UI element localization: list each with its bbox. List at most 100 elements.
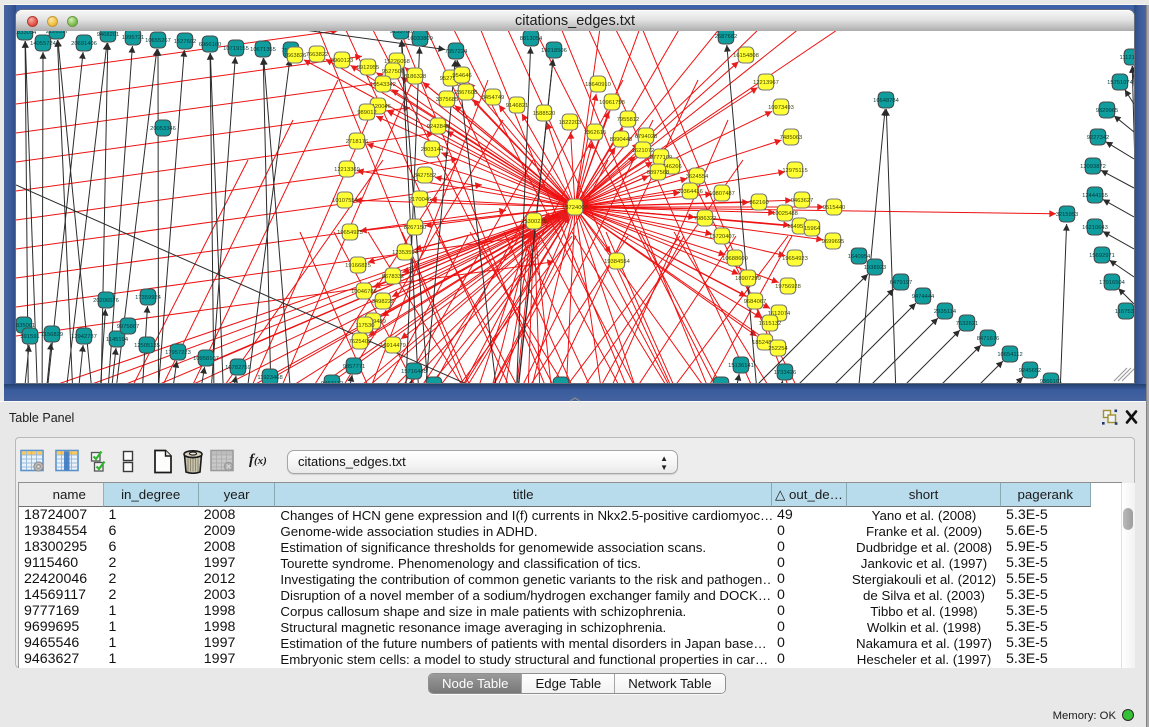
svg-text:20364436: 20364436: [677, 189, 703, 195]
svg-text:9227342: 9227342: [1087, 135, 1110, 141]
svg-text:19654925: 19654925: [337, 230, 363, 236]
svg-text:16648784: 16648784: [873, 98, 900, 104]
svg-text:8990448: 8990448: [610, 137, 633, 143]
svg-text:19756928: 19756928: [775, 284, 801, 290]
svg-text:1822203: 1822203: [559, 120, 582, 126]
svg-text:6794028: 6794028: [635, 134, 658, 140]
svg-text:1621072: 1621072: [632, 148, 655, 154]
svg-text:14055724: 14055724: [30, 41, 57, 47]
svg-text:17359924: 17359924: [135, 295, 162, 301]
svg-text:1145194: 1145194: [106, 337, 129, 343]
svg-text:10973493: 10973493: [768, 105, 794, 111]
svg-text:1362615: 1362615: [584, 130, 607, 136]
svg-text:15136141: 15136141: [728, 363, 754, 369]
svg-text:9329965: 9329965: [1096, 108, 1119, 114]
svg-text:7357224: 7357224: [445, 49, 468, 55]
svg-text:7986322: 7986322: [694, 216, 717, 222]
svg-text:9245652: 9245652: [1019, 368, 1042, 374]
svg-text:10807487: 10807487: [709, 191, 735, 197]
svg-text:7663826: 7663826: [284, 53, 307, 59]
svg-text:2367608: 2367608: [455, 90, 478, 96]
svg-text:9242848: 9242848: [427, 124, 450, 130]
svg-text:1615132: 1615132: [759, 321, 782, 327]
svg-text:8912955: 8912955: [357, 65, 380, 71]
svg-text:20691406: 20691406: [71, 41, 97, 47]
svg-text:10543342: 10543342: [370, 82, 396, 88]
svg-text:20053346: 20053346: [150, 126, 176, 132]
svg-text:11923468: 11923468: [257, 375, 282, 381]
svg-text:10719155: 10719155: [223, 46, 249, 52]
svg-text:8186328: 8186328: [404, 74, 427, 80]
svg-text:7663822: 7663822: [306, 52, 329, 58]
svg-text:16210643: 16210643: [1082, 225, 1108, 231]
svg-text:17016504: 17016504: [1099, 280, 1126, 286]
svg-text:9515440: 9515440: [823, 205, 846, 211]
svg-text:7632621: 7632621: [956, 321, 979, 327]
svg-text:19654923: 19654923: [782, 256, 808, 262]
svg-text:3375685: 3375685: [436, 97, 459, 103]
svg-text:12093872: 12093872: [1080, 164, 1106, 170]
svg-text:12353594: 12353594: [392, 250, 419, 256]
svg-text:10671355: 10671355: [250, 47, 276, 53]
svg-text:7955812: 7955812: [617, 117, 640, 123]
svg-text:10958107: 10958107: [193, 356, 219, 362]
svg-text:18724007: 18724007: [562, 205, 588, 211]
svg-text:8960123: 8960123: [331, 58, 354, 64]
svg-text:3215953: 3215953: [1056, 212, 1079, 218]
svg-text:10655267: 10655267: [145, 38, 171, 44]
svg-text:1640954: 1640954: [848, 254, 871, 260]
svg-text:6966160: 6966160: [199, 42, 222, 48]
svg-text:10046786: 10046786: [351, 289, 377, 295]
svg-text:8813054: 8813054: [520, 36, 543, 42]
svg-text:9699695: 9699695: [822, 239, 845, 245]
svg-text:1938923: 1938923: [864, 265, 887, 271]
svg-text:6479197: 6479197: [890, 280, 913, 286]
svg-text:9468201: 9468201: [97, 32, 120, 38]
svg-text:2718176: 2718176: [346, 139, 369, 145]
svg-text:15751074: 15751074: [1107, 80, 1134, 86]
svg-text:3498222: 3498222: [372, 299, 395, 305]
svg-text:10688609: 10688609: [722, 256, 748, 262]
svg-text:2803144: 2803144: [421, 147, 444, 153]
svg-text:9463627: 9463627: [791, 198, 814, 204]
svg-text:9975867: 9975867: [117, 324, 140, 330]
svg-text:391591: 391591: [20, 334, 39, 340]
svg-text:7625402: 7625402: [349, 339, 372, 345]
svg-text:1733426: 1733426: [774, 370, 797, 376]
svg-text:8471676: 8471676: [977, 336, 1000, 342]
svg-text:252254: 252254: [768, 346, 788, 352]
svg-text:9463112: 9463112: [321, 381, 343, 383]
svg-text:10107554: 10107554: [332, 198, 359, 204]
svg-text:19384554: 19384554: [604, 259, 631, 265]
svg-text:1156829: 1156829: [41, 332, 63, 338]
svg-text:117530: 117530: [356, 323, 375, 329]
svg-text:8267150: 8267150: [404, 225, 427, 231]
svg-text:7485063: 7485063: [780, 135, 803, 141]
svg-text:12975115: 12975115: [782, 168, 807, 174]
svg-text:10025488: 10025488: [772, 211, 798, 217]
svg-text:862160: 862160: [749, 200, 768, 206]
svg-text:18907299: 18907299: [735, 276, 761, 282]
svg-text:10961758: 10961758: [599, 100, 625, 106]
svg-text:989012: 989012: [357, 110, 376, 116]
svg-text:10654112: 10654112: [997, 352, 1022, 358]
svg-text:15720407: 15720407: [709, 234, 735, 240]
svg-text:8678332: 8678332: [382, 274, 405, 280]
svg-text:11121871: 11121871: [1120, 55, 1134, 61]
svg-text:20206576: 20206576: [93, 298, 119, 304]
svg-text:16154808: 16154808: [733, 53, 759, 59]
svg-text:15692971: 15692971: [1089, 253, 1115, 259]
svg-text:9527506: 9527506: [382, 69, 405, 75]
svg-text:18640910: 18640910: [585, 82, 611, 88]
svg-text:15716485: 15716485: [401, 369, 427, 375]
svg-text:19166825: 19166825: [345, 263, 371, 269]
svg-text:9366101: 9366101: [1040, 379, 1063, 383]
svg-text:12942737: 12942737: [71, 334, 97, 340]
svg-text:1527602: 1527602: [174, 39, 197, 45]
svg-text:12213967: 12213967: [753, 80, 779, 86]
svg-text:3624554: 3624554: [686, 174, 709, 180]
svg-text:2687682: 2687682: [715, 34, 738, 40]
svg-text:2935114: 2935114: [934, 309, 957, 315]
svg-text:9684067: 9684067: [744, 299, 767, 305]
svg-text:9857771: 9857771: [343, 364, 366, 370]
